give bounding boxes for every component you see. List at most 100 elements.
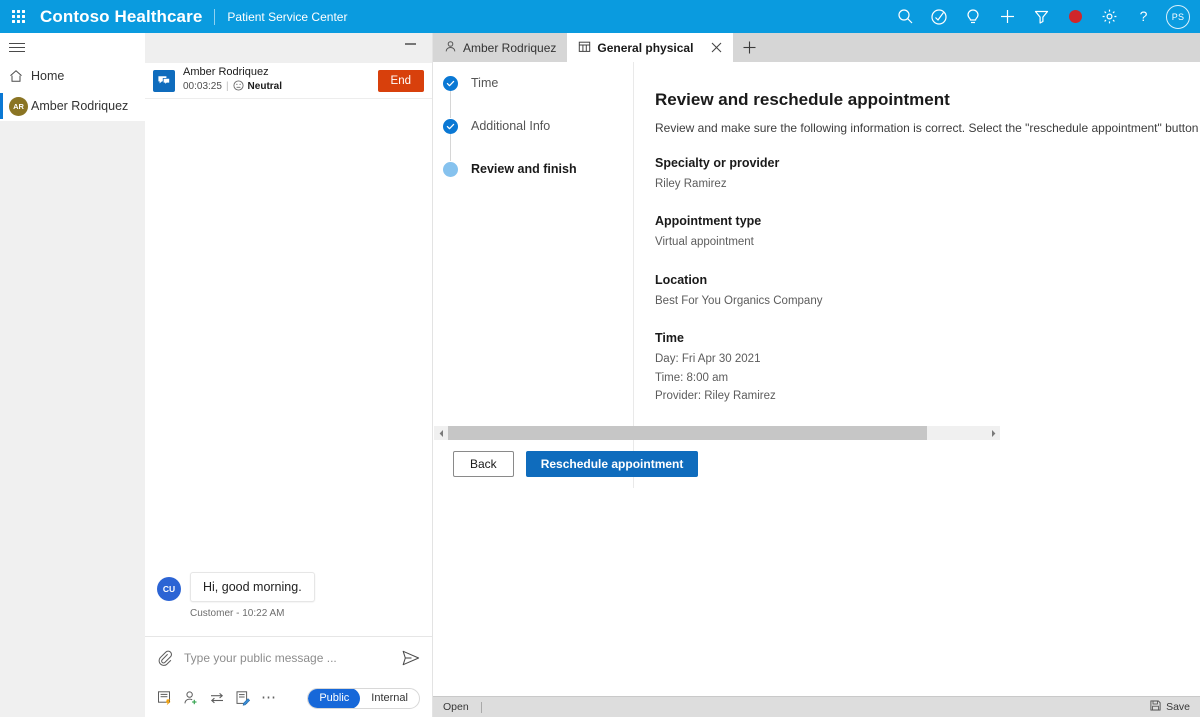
save-button[interactable]: Save (1150, 700, 1190, 714)
step-complete-icon (443, 119, 458, 134)
message-composer: ⋯ Public Internal (145, 636, 432, 717)
message-avatar: CU (157, 577, 181, 601)
assist-icon[interactable] (922, 0, 956, 33)
search-icon[interactable] (888, 0, 922, 33)
status-bar: Open Save (433, 696, 1200, 717)
help-icon[interactable]: ? (1126, 0, 1160, 33)
step-review-and-finish[interactable]: Review and finish (443, 161, 633, 204)
field-appointment-type: Appointment type Virtual appointment (655, 214, 1200, 251)
tab-amber-rodriquez[interactable]: Amber Rodriquez (433, 33, 568, 62)
chat-session-header: Amber Rodriquez 00:03:25 | Neutral End (145, 63, 432, 99)
scroll-left-icon[interactable] (434, 426, 448, 440)
meta-divider: | (225, 81, 229, 93)
toggle-public[interactable]: Public (308, 688, 361, 708)
field-value: Day: Fri Apr 30 2021 Time: 8:00 am Provi… (655, 353, 776, 402)
message-caption: Customer - 10:22 AM (190, 608, 285, 619)
avatar-initials: AR (9, 96, 28, 116)
app-bar: Contoso Healthcare Patient Service Cente… (0, 0, 1200, 33)
field-label: Specialty or provider (655, 156, 780, 170)
tab-general-physical[interactable]: General physical (567, 33, 734, 62)
sentiment-label: Neutral (247, 81, 282, 93)
chat-duration: 00:03:25 (183, 81, 222, 93)
home-icon (9, 69, 31, 83)
sidebar: Home AR Amber Rodriquez (0, 33, 145, 717)
chat-transcript: CU Hi, good morning. Customer - 10:22 AM (145, 99, 432, 636)
settings-icon[interactable] (1092, 0, 1126, 33)
step-connector (450, 91, 451, 118)
chat-session-status: 00:03:25 | Neutral (183, 80, 282, 96)
visibility-toggle[interactable]: Public Internal (307, 687, 420, 709)
chat-customer-name: Amber Rodriquez (183, 65, 269, 78)
user-avatar[interactable]: PS (1166, 4, 1190, 29)
sidebar-item-amber-rodriquez[interactable]: AR Amber Rodriquez (0, 91, 145, 121)
step-complete-icon (443, 76, 458, 91)
sentiment-icon (232, 80, 244, 96)
record-state-label: Open (443, 701, 469, 713)
scrollbar-track[interactable] (448, 426, 986, 440)
minimize-icon[interactable] (398, 33, 422, 55)
avatar: AR (9, 96, 31, 116)
chat-panel: Amber Rodriquez 00:03:25 | Neutral End C… (145, 33, 433, 717)
page-description: Review and make sure the following infor… (655, 121, 1200, 135)
chat-titlebar (145, 33, 432, 63)
message-bubble: Hi, good morning. (190, 572, 315, 602)
add-agent-icon[interactable] (183, 690, 209, 706)
message-input[interactable] (184, 651, 394, 665)
field-label: Appointment type (655, 214, 762, 229)
attachment-icon[interactable] (157, 650, 172, 667)
sidebar-item-home[interactable]: Home (0, 61, 145, 91)
svg-text:?: ? (1139, 8, 1147, 24)
tab-strip: Amber Rodriquez General physical (433, 33, 1200, 62)
field-specialty-or-provider: Specialty or provider Riley Ramirez (655, 156, 1200, 193)
reschedule-appointment-button[interactable]: Reschedule appointment (525, 451, 699, 477)
step-connector (450, 134, 451, 161)
panel-divider (633, 62, 634, 488)
transfer-icon[interactable] (209, 690, 235, 706)
app-subtitle: Patient Service Center (227, 9, 348, 24)
app-launcher-icon[interactable] (0, 0, 36, 33)
add-icon[interactable] (990, 0, 1024, 33)
field-time: Time Day: Fri Apr 30 2021 Time: 8:00 am … (655, 331, 1200, 405)
field-value: Riley Ramirez (655, 178, 727, 190)
notes-icon[interactable] (235, 690, 261, 706)
insights-icon[interactable] (956, 0, 990, 33)
sidebar-toggle-icon[interactable] (0, 33, 145, 61)
appointment-review-panel: Review and reschedule appointment Review… (655, 90, 1200, 405)
tab-label: General physical (597, 40, 694, 55)
brand-title: Contoso Healthcare (40, 6, 203, 26)
step-label: Review and finish (471, 162, 577, 176)
calendar-icon (578, 40, 591, 56)
horizontal-scrollbar[interactable] (434, 426, 1000, 440)
step-current-icon (443, 162, 458, 177)
step-label: Time (471, 76, 499, 90)
brand-divider (214, 8, 216, 25)
sidebar-item-label: Home (31, 69, 65, 83)
more-icon[interactable]: ⋯ (261, 690, 287, 705)
field-location: Location Best For You Organics Company (655, 273, 1200, 310)
sidebar-item-label: Amber Rodriquez (31, 99, 129, 113)
add-tab-icon[interactable] (733, 33, 765, 62)
scrollbar-thumb[interactable] (448, 426, 927, 440)
form-actions: Back Reschedule appointment (453, 451, 699, 477)
close-icon[interactable] (711, 42, 722, 53)
app-bar-actions: ? PS (888, 0, 1200, 33)
step-additional-info[interactable]: Additional Info (443, 118, 633, 161)
chat-channel-icon (153, 69, 175, 92)
end-session-button[interactable]: End (377, 69, 424, 92)
field-value: Best For You Organics Company (655, 294, 823, 307)
scroll-right-icon[interactable] (986, 426, 1000, 440)
step-label: Additional Info (471, 119, 551, 133)
send-icon[interactable] (394, 650, 420, 666)
save-icon (1150, 700, 1161, 714)
save-label: Save (1166, 701, 1190, 713)
chat-session-meta: Amber Rodriquez 00:03:25 | Neutral (183, 66, 282, 95)
status-divider (480, 701, 482, 713)
field-label: Location (655, 272, 708, 287)
quick-replies-icon[interactable] (157, 690, 183, 706)
step-time[interactable]: Time (443, 75, 633, 118)
toggle-internal[interactable]: Internal (360, 689, 419, 708)
filter-icon[interactable] (1024, 0, 1058, 33)
record-icon[interactable] (1058, 0, 1092, 33)
field-value: Virtual appointment (655, 236, 754, 249)
back-button[interactable]: Back (453, 451, 514, 477)
